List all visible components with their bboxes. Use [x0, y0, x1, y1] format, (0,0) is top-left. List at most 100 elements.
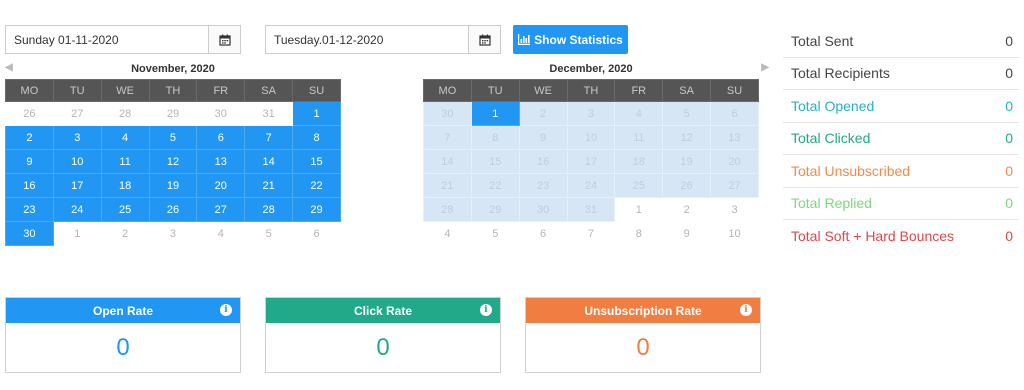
- calendar-day[interactable]: 17: [566, 149, 616, 174]
- calendar-day[interactable]: 15: [470, 149, 520, 174]
- calendar-day[interactable]: 21: [423, 173, 472, 198]
- stat-label: Total Recipients: [791, 65, 890, 82]
- calendar-day[interactable]: 28: [423, 197, 472, 222]
- calendar-day[interactable]: 13: [196, 149, 246, 174]
- calendar-day[interactable]: 8: [470, 125, 520, 150]
- calendar-day[interactable]: 2: [100, 221, 150, 246]
- calendar-day[interactable]: 10: [566, 125, 616, 150]
- calendar-day[interactable]: 4: [423, 221, 472, 246]
- end-date-field[interactable]: Tuesday.01-12-2020: [265, 25, 501, 54]
- info-icon[interactable]: i: [480, 304, 492, 316]
- calendar-day[interactable]: 22: [292, 173, 341, 198]
- calendar-day[interactable]: 1: [470, 101, 520, 126]
- calendar-day[interactable]: 24: [52, 197, 102, 222]
- calendar-day[interactable]: 5: [470, 221, 520, 246]
- calendar-day[interactable]: 24: [566, 173, 616, 198]
- calendar-day[interactable]: 28: [244, 197, 294, 222]
- calendar-day[interactable]: 11: [614, 125, 664, 150]
- calendar-day[interactable]: 29: [148, 101, 198, 126]
- calendar-day[interactable]: 1: [292, 101, 341, 126]
- calendar-day[interactable]: 23: [5, 197, 54, 222]
- calendar-day[interactable]: 30: [5, 221, 54, 246]
- calendar-day[interactable]: 28: [100, 101, 150, 126]
- weekday-header: FR: [196, 79, 246, 102]
- calendar-day[interactable]: 13: [710, 125, 759, 150]
- calendar-day[interactable]: 4: [614, 101, 664, 126]
- calendar-day[interactable]: 9: [5, 149, 54, 174]
- calendar-december: December, 2020 ▶ MO TU WE TH FR SA SU 30 1 2 3 4 5 6…: [423, 58, 769, 246]
- calendar-day[interactable]: 16: [518, 149, 568, 174]
- calendar-day[interactable]: 9: [662, 221, 712, 246]
- calendar-day[interactable]: 29: [292, 197, 341, 222]
- info-icon[interactable]: i: [220, 304, 232, 316]
- calendar-day[interactable]: 2: [5, 125, 54, 150]
- calendar-day[interactable]: 16: [5, 173, 54, 198]
- weekday-header: MO: [5, 79, 54, 102]
- calendar-day[interactable]: 6: [710, 101, 759, 126]
- calendar-day[interactable]: 22: [470, 173, 520, 198]
- calendar-day[interactable]: 7: [244, 125, 294, 150]
- calendar-day[interactable]: 20: [196, 173, 246, 198]
- calendar-day[interactable]: 6: [196, 125, 246, 150]
- calendar-day[interactable]: 9: [518, 125, 568, 150]
- calendar-day[interactable]: 27: [196, 197, 246, 222]
- calendar-day[interactable]: 8: [292, 125, 341, 150]
- calendar-day[interactable]: 30: [423, 101, 472, 126]
- calendar-day[interactable]: 17: [52, 173, 102, 198]
- calendar-icon[interactable]: [468, 26, 500, 53]
- calendar-day[interactable]: 21: [244, 173, 294, 198]
- calendar-day[interactable]: 12: [148, 149, 198, 174]
- calendar-day[interactable]: 12: [662, 125, 712, 150]
- calendar-day[interactable]: 18: [614, 149, 664, 174]
- next-month-icon[interactable]: ▶: [761, 62, 769, 73]
- calendar-day[interactable]: 2: [662, 197, 712, 222]
- calendar-day[interactable]: 10: [710, 221, 759, 246]
- calendar-day[interactable]: 14: [244, 149, 294, 174]
- calendar-day[interactable]: 6: [292, 221, 341, 246]
- start-date-field[interactable]: Sunday 01-11-2020: [5, 25, 241, 54]
- calendar-day[interactable]: 7: [423, 125, 472, 150]
- calendar-week-row: 30 1 2 3 4 5 6: [423, 101, 759, 126]
- calendar-day[interactable]: 5: [148, 125, 198, 150]
- calendar-day[interactable]: 25: [614, 173, 664, 198]
- calendar-day[interactable]: 23: [518, 173, 568, 198]
- calendar-day[interactable]: 8: [614, 221, 664, 246]
- calendar-day[interactable]: 2: [518, 101, 568, 126]
- calendar-day[interactable]: 6: [518, 221, 568, 246]
- calendar-day[interactable]: 27: [710, 173, 759, 198]
- calendar-day[interactable]: 7: [566, 221, 616, 246]
- calendar-day[interactable]: 15: [292, 149, 341, 174]
- calendar-day[interactable]: 30: [196, 101, 246, 126]
- info-icon[interactable]: i: [740, 304, 752, 316]
- calendar-day[interactable]: 3: [52, 125, 102, 150]
- calendar-day[interactable]: 29: [470, 197, 520, 222]
- calendar-day[interactable]: 26: [5, 101, 54, 126]
- calendar-day[interactable]: 27: [52, 101, 102, 126]
- calendar-day[interactable]: 3: [148, 221, 198, 246]
- calendar-day[interactable]: 26: [148, 197, 198, 222]
- calendar-day[interactable]: 30: [518, 197, 568, 222]
- calendar-day[interactable]: 11: [100, 149, 150, 174]
- show-statistics-button[interactable]: Show Statistics: [513, 25, 628, 54]
- calendar-day[interactable]: 1: [52, 221, 102, 246]
- calendar-day[interactable]: 31: [244, 101, 294, 126]
- stat-value: 0: [1005, 97, 1013, 114]
- calendar-day[interactable]: 5: [244, 221, 294, 246]
- calendar-day[interactable]: 26: [662, 173, 712, 198]
- calendar-day[interactable]: 1: [614, 197, 664, 222]
- calendar-day[interactable]: 4: [100, 125, 150, 150]
- calendar-day[interactable]: 14: [423, 149, 472, 174]
- calendar-day[interactable]: 5: [662, 101, 712, 126]
- calendar-day[interactable]: 3: [566, 101, 616, 126]
- prev-month-icon[interactable]: ◀: [5, 62, 13, 73]
- calendar-day[interactable]: 10: [52, 149, 102, 174]
- calendar-day[interactable]: 31: [566, 197, 616, 222]
- calendar-day[interactable]: 19: [148, 173, 198, 198]
- calendar-day[interactable]: 19: [662, 149, 712, 174]
- calendar-day[interactable]: 4: [196, 221, 246, 246]
- calendar-day[interactable]: 20: [710, 149, 759, 174]
- calendar-icon[interactable]: [208, 26, 240, 53]
- calendar-day[interactable]: 18: [100, 173, 150, 198]
- calendar-day[interactable]: 25: [100, 197, 150, 222]
- calendar-day[interactable]: 3: [710, 197, 759, 222]
